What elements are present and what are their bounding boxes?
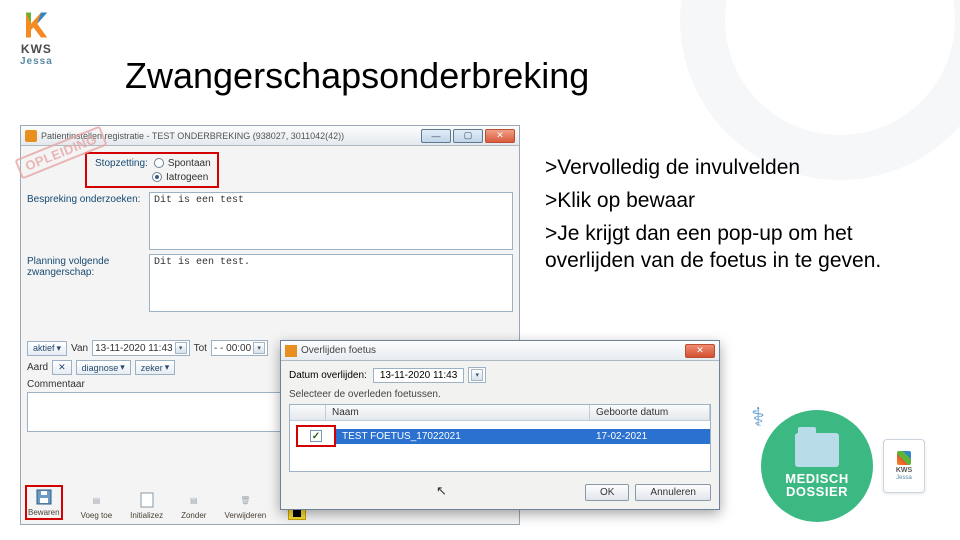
bespreking-textarea[interactable]: Dit is een test: [149, 192, 513, 250]
table-row[interactable]: TEST FOETUS_17022021 17-02-2021: [336, 429, 710, 444]
radio-iatrogeen[interactable]: [152, 172, 162, 182]
radio-spontaan[interactable]: [154, 158, 164, 168]
voegtoe-icon: ▤: [87, 491, 105, 509]
verwijderen-button[interactable]: 🗑 Verwijderen: [224, 491, 266, 520]
datum-label: Datum overlijden:: [289, 370, 367, 381]
logo-block: KWS Jessa: [20, 10, 53, 67]
radio-spontaan-label: Spontaan: [168, 158, 211, 169]
instruction-line-1: >Vervolledig de invulvelden: [545, 155, 940, 182]
tot-datepicker[interactable]: - - 00:00▾: [211, 340, 268, 356]
kws-logo-icon: [21, 10, 51, 40]
instruction-line-2: >Klik op bewaar: [545, 188, 940, 215]
popup-title: Overlijden foetus: [301, 345, 685, 356]
zonder-button[interactable]: ▤ Zonder: [181, 491, 206, 520]
checkbox-highlight: ✓: [296, 425, 336, 447]
datum-picker-button[interactable]: ▾: [468, 367, 486, 383]
save-icon: [35, 488, 53, 506]
bespreking-label: Bespreking onderzoeken:: [27, 192, 149, 205]
popup-icon: [285, 345, 297, 357]
caduceus-icon: ⚕: [751, 402, 765, 433]
mini-kws-card: KWS Jessa: [883, 439, 925, 493]
planning-label: Planning volgende zwangerschap:: [27, 254, 149, 278]
initializez-button[interactable]: Initializez: [130, 491, 163, 520]
diagnose-dropdown[interactable]: diagnose▾: [76, 360, 131, 375]
stopzetting-highlight: Stopzetting: Spontaan Iatrogeen: [85, 152, 219, 188]
table-header: Naam Geboorte datum: [290, 405, 710, 421]
medisch-dossier-badge: ⚕ MEDISCH DOSSIER: [761, 410, 873, 522]
col-geboortedatum: Geboorte datum: [590, 405, 710, 420]
bewaren-button[interactable]: Bewaren: [25, 485, 63, 520]
zeker-dropdown[interactable]: zeker▾: [135, 360, 176, 375]
aard-label: Aard: [27, 362, 48, 373]
mini-jessa-txt: Jessa: [896, 475, 912, 481]
logo-line2: Jessa: [20, 56, 53, 67]
mini-kws-icon: [897, 451, 911, 465]
selecteer-label: Selecteer de overleden foetussen.: [289, 389, 711, 400]
instruction-line-3: >Je krijgt dan een pop-up om het overlij…: [545, 221, 940, 275]
zonder-icon: ▤: [185, 491, 203, 509]
page-title: Zwangerschapsonderbreking: [125, 55, 589, 97]
datum-input[interactable]: 13-11-2020 11:43: [373, 368, 464, 383]
row-date: 17-02-2021: [590, 429, 710, 444]
bottom-toolbar: Bewaren ▤ Voeg toe Initializez ▤ Zonder …: [25, 485, 306, 520]
mini-kws-txt: KWS: [896, 467, 912, 474]
doc-icon: [138, 491, 156, 509]
header: KWS Jessa: [20, 10, 77, 67]
instruction-text: >Vervolledig de invulvelden >Klik op bew…: [545, 155, 940, 281]
foetus-table: Naam Geboorte datum ✓ TEST FOETUS_170220…: [289, 404, 711, 472]
annuleren-button[interactable]: Annuleren: [635, 484, 711, 501]
row-checkbox[interactable]: ✓: [310, 430, 322, 442]
planning-textarea[interactable]: Dit is een test.: [149, 254, 513, 312]
row-naam: TEST FOETUS_17022021: [336, 429, 590, 444]
maximize-button[interactable]: ▢: [453, 129, 483, 143]
aard-clear[interactable]: ✕: [52, 360, 72, 375]
folder-icon: [795, 433, 839, 467]
app-icon: [25, 130, 37, 142]
van-datepicker[interactable]: 13-11-2020 11:43▾: [92, 340, 189, 356]
minimize-button[interactable]: —: [421, 129, 451, 143]
van-label: Van: [71, 343, 88, 354]
voegtoe-button[interactable]: ▤ Voeg toe: [81, 491, 113, 520]
tot-label: Tot: [194, 343, 207, 354]
decor-circle: [680, 0, 960, 180]
radio-iatrogeen-label: Iatrogeen: [166, 172, 208, 183]
stopzetting-label: Stopzetting:: [95, 158, 148, 169]
close-button[interactable]: ✕: [485, 129, 515, 143]
ok-button[interactable]: OK: [585, 484, 629, 501]
trash-icon: 🗑: [236, 491, 254, 509]
logo-line1: KWS: [20, 42, 53, 56]
overlijden-popup: Overlijden foetus ✕ Datum overlijden: 13…: [280, 340, 720, 510]
badge-line2: DOSSIER: [786, 484, 848, 499]
popup-titlebar: Overlijden foetus ✕: [281, 341, 719, 361]
cursor-icon: ↖: [436, 483, 447, 499]
badge-group: ⚕ MEDISCH DOSSIER KWS Jessa: [761, 410, 925, 522]
popup-close-button[interactable]: ✕: [685, 344, 715, 358]
col-naam: Naam: [326, 405, 590, 420]
aktief-dropdown[interactable]: aktief▾: [27, 341, 67, 356]
